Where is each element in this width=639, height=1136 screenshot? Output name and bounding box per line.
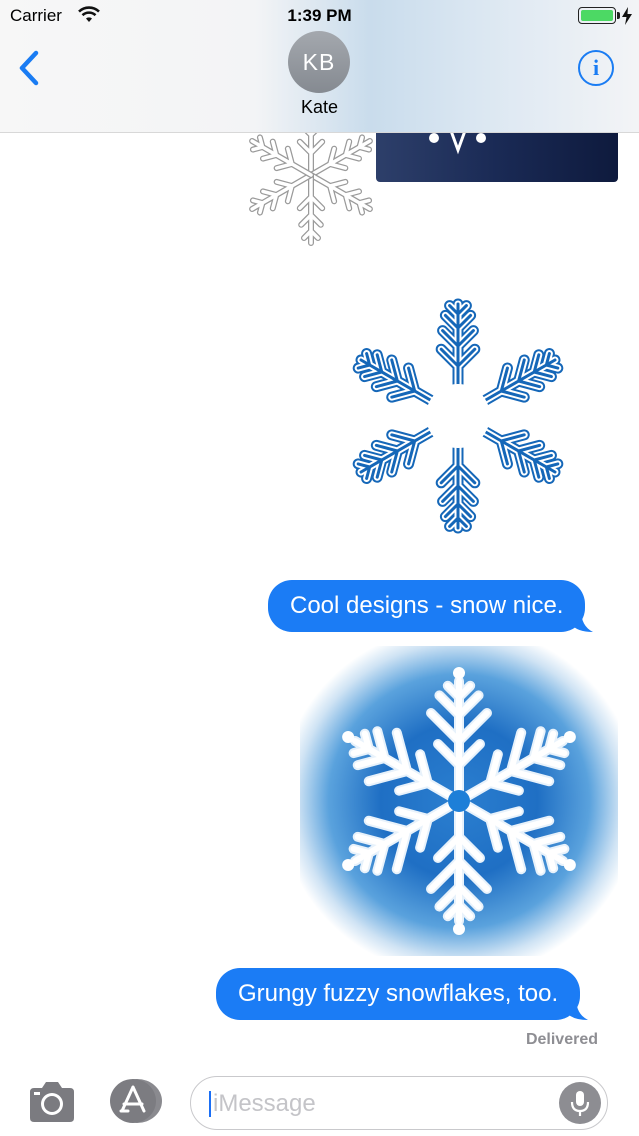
input-placeholder: iMessage — [213, 1090, 316, 1117]
camera-icon[interactable] — [26, 1080, 78, 1124]
info-icon[interactable]: i — [578, 50, 614, 86]
message-text: Grungy fuzzy snowflakes, too. — [238, 980, 559, 1007]
message-bubble[interactable]: Grungy fuzzy snowflakes, too. — [216, 968, 589, 1020]
delivery-status: Delivered — [525, 1031, 598, 1048]
message-bubble[interactable]: Cool designs - snow nice. — [268, 580, 594, 632]
text-caret — [209, 1091, 211, 1117]
clock: 1:39 PM — [287, 6, 352, 25]
chevron-left-icon[interactable] — [14, 48, 46, 88]
fuzzy-blue-snowflake-sticker[interactable] — [300, 646, 618, 956]
navigation-bar: Carrier 1:39 PM KB Kate i — [0, 0, 639, 133]
contact-name[interactable]: Kate — [0, 97, 639, 118]
bubble-tail — [571, 610, 594, 632]
charging-icon — [622, 7, 632, 25]
fuzzy-snowflake-art — [342, 667, 576, 935]
status-bar: Carrier 1:39 PM — [0, 0, 639, 34]
battery-icon — [578, 7, 616, 24]
blue-outline-snowflake-sticker[interactable] — [340, 294, 576, 538]
message-input[interactable]: iMessage — [190, 1076, 608, 1130]
microphone-icon[interactable] — [559, 1082, 601, 1124]
battery-tip — [617, 12, 620, 19]
app-store-icon[interactable] — [108, 1078, 164, 1124]
bubble-tail — [566, 998, 589, 1020]
message-text: Cool designs - snow nice. — [290, 592, 564, 619]
avatar[interactable]: KB — [288, 31, 350, 93]
